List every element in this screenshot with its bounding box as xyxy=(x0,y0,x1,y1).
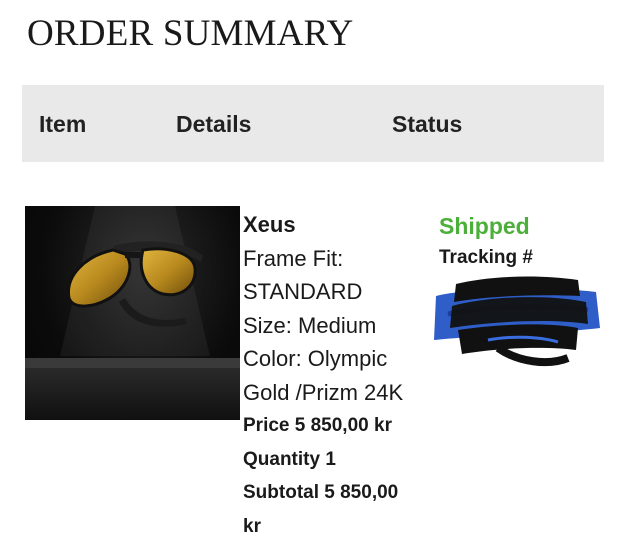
redacted-tracking-number xyxy=(434,276,600,367)
item-details: Xeus Frame Fit: STANDARD Size: Medium Co… xyxy=(243,208,433,543)
color-line-1: Color: Olympic xyxy=(243,346,388,371)
frame-fit-value: STANDARD xyxy=(243,279,363,304)
quantity: Quantity 1 xyxy=(243,448,336,470)
shipping-status: Shipped Tracking # xyxy=(439,211,533,269)
subtotal-line-2: kr xyxy=(243,515,261,537)
page-title: ORDER SUMMARY xyxy=(27,13,354,54)
column-header-item: Item xyxy=(39,111,87,137)
product-image[interactable] xyxy=(25,206,240,420)
subtotal-line-1: Subtotal 5 850,00 xyxy=(243,482,399,503)
price: Price 5 850,00 kr xyxy=(243,415,392,436)
sunglasses-icon xyxy=(25,206,240,420)
table-header: Item Details Status xyxy=(22,85,604,162)
color-line-2: Gold /Prizm 24K xyxy=(243,379,404,405)
column-header-status: Status xyxy=(392,111,463,137)
frame-fit-label: Frame Fit: xyxy=(243,245,344,271)
size-line: Size: Medium xyxy=(243,312,377,338)
column-header-details: Details xyxy=(176,111,252,137)
product-name[interactable]: Xeus xyxy=(243,208,433,242)
status-badge: Shipped xyxy=(439,213,530,239)
